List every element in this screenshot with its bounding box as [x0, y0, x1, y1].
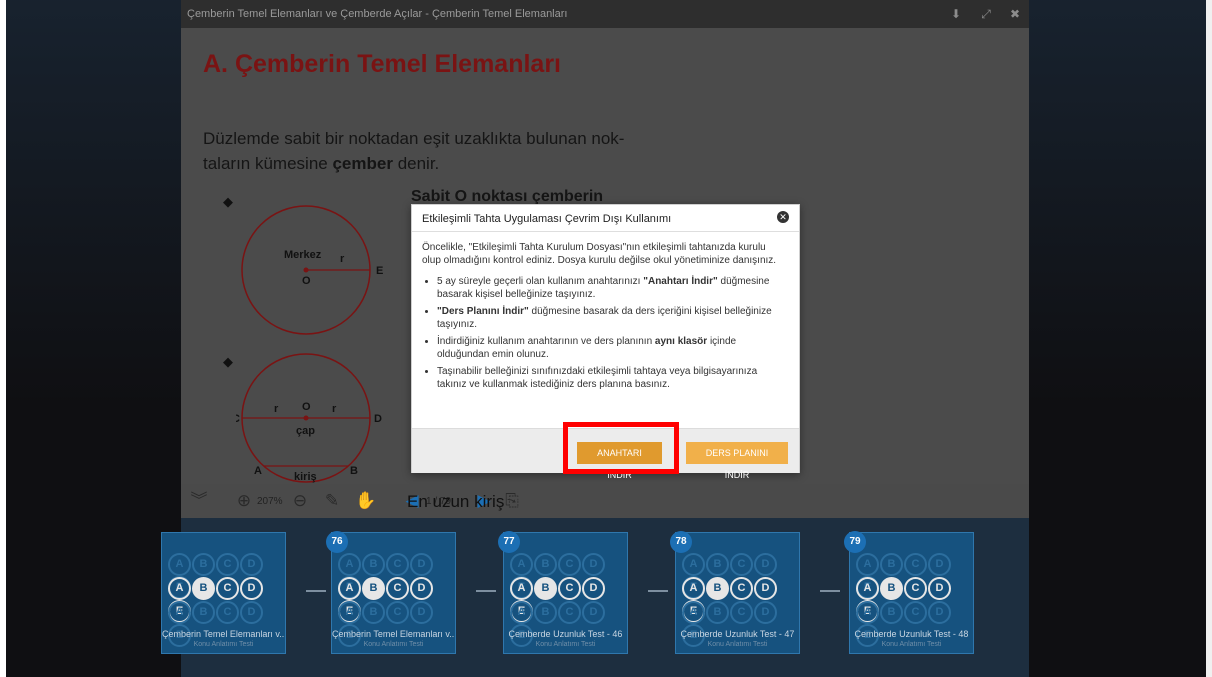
- paragraph-bold-term: çember: [332, 154, 393, 173]
- zoom-out-icon[interactable]: ⊖: [289, 490, 311, 512]
- paragraph-prefix: taların kümesine: [203, 154, 328, 173]
- label-cap: çap: [296, 425, 315, 437]
- zoom-in-icon[interactable]: ⊕: [233, 490, 255, 512]
- connector-arrow: [306, 590, 326, 592]
- instruction-item: 5 ay süreyle geçerli olan kullanım anaht…: [437, 275, 786, 301]
- viewer-titlebar: Çemberin Temel Elemanları ve Çemberde Aç…: [181, 0, 1029, 28]
- label-o2: O: [302, 401, 311, 413]
- paragraph-line-1: Düzlemde sabit bir noktadan eşit uzaklık…: [203, 129, 625, 148]
- label-kiris: kiriş: [294, 471, 317, 483]
- instruction-item: Taşınabilir belleğinizi sınıfınızdaki et…: [437, 365, 786, 391]
- viewer-toolbar: ︾ ⊕ 207% ⊖ ✎ ✋ ◀ 1 / 79 ▶ ⎘: [181, 484, 1029, 518]
- label-a: A: [254, 465, 262, 477]
- bullet-diamond-icon: ◆: [223, 194, 233, 209]
- page-scrollbar[interactable]: [1206, 0, 1212, 677]
- bubble-grid: A B C DE A B C DE A B C DE: [168, 553, 285, 647]
- circle-figure-center: Merkez O r E: [241, 205, 383, 335]
- connector-arrow: [820, 590, 840, 592]
- thumbnail-subtitle: Konu Anlatımı Testi: [707, 641, 768, 648]
- dialog-header: Etkileşimli Tahta Uygulaması Çevrim Dışı…: [412, 205, 799, 232]
- label-e: E: [376, 265, 383, 277]
- label-c: C: [236, 413, 240, 425]
- pen-icon[interactable]: ✎: [321, 490, 343, 512]
- dialog-body: Öncelikle, "Etkileşimli Tahta Kurulum Do…: [422, 241, 786, 395]
- download-lesson-plan-button[interactable]: DERS PLANINI İNDİR: [686, 442, 788, 480]
- bubble-grid: A B C DE A B C DE A B C DE: [682, 553, 799, 647]
- thumbnail-number-badge: 78: [670, 531, 692, 553]
- thumbnail-title: Çemberde Uzunluk Test - 46: [508, 629, 623, 639]
- thumbnail-number-badge: 79: [844, 531, 866, 553]
- label-o: O: [302, 275, 311, 287]
- zoom-level: 207%: [257, 496, 283, 507]
- connector-arrow: [648, 590, 668, 592]
- highlight-box: [563, 422, 679, 474]
- thumbnail-strip: A B C DE A B C DE A B C DE Çemberin Temel Elemanl…: [161, 518, 1029, 677]
- definition-paragraph: Düzlemde sabit bir noktadan eşit uzaklık…: [203, 126, 673, 176]
- page-heading: A. Çemberin Temel Elemanları: [203, 50, 561, 78]
- close-icon[interactable]: ✖: [1007, 6, 1023, 22]
- dialog-close-icon[interactable]: ✕: [777, 211, 789, 223]
- instruction-item: "Ders Planını İndir" düğmesine basarak d…: [437, 305, 786, 331]
- thumbnail-card[interactable]: 76 A B C DE A B C DE A B C DE Çemberin Temel Elem…: [326, 531, 456, 654]
- thumbnail-title: Çemberde Uzunluk Test - 47: [680, 629, 795, 639]
- hand-icon[interactable]: ✋: [355, 490, 377, 512]
- download-icon[interactable]: ⬇: [948, 6, 964, 22]
- thumbnail-subtitle: Konu Anlatımı Testi: [193, 641, 254, 648]
- thumbnail-card[interactable]: 77 A B C DE A B C DE A B C DE Çemberde Uzunluk Te…: [498, 531, 628, 654]
- bubble-grid: A B C DE A B C DE A B C DE: [338, 553, 455, 647]
- dialog-title: Etkileşimli Tahta Uygulaması Çevrim Dışı…: [422, 213, 672, 225]
- label-r1: r: [274, 403, 279, 415]
- label-b: B: [350, 465, 358, 477]
- thumbnail-subtitle: Konu Anlatımı Testi: [881, 641, 942, 648]
- thumbnail-number-badge: 76: [326, 531, 348, 553]
- thumbnail-subtitle: Konu Anlatımı Testi: [535, 641, 596, 648]
- label-r: r: [340, 253, 345, 265]
- collapse-chevron-icon[interactable]: ︾: [189, 490, 209, 512]
- label-d: D: [374, 413, 382, 425]
- thumbnail-number-badge: 77: [498, 531, 520, 553]
- paragraph-line-2: taların kümesine çember denir.: [203, 151, 673, 176]
- thumbnail-card[interactable]: 78 A B C DE A B C DE A B C DE Çemberde Uzunluk Te…: [670, 531, 800, 654]
- thumbnail-card[interactable]: 79 A B C DE A B C DE A B C DE Çemberde Uzunluk Te…: [844, 531, 974, 654]
- circle-figure-diameter: C D O r r çap A B kiriş: [236, 353, 382, 483]
- instruction-list: 5 ay süreyle geçerli olan kullanım anaht…: [422, 275, 786, 391]
- lower-text: En uzun kiriş: [407, 492, 505, 511]
- bullet-diamond-icon: ◆: [223, 354, 233, 369]
- instruction-item: İndirdiğiniz kullanım anahtarının ve der…: [437, 335, 786, 361]
- thumbnail-title: Çemberin Temel Elemanları v...: [332, 629, 455, 639]
- viewer-title: Çemberin Temel Elemanları ve Çemberde Aç…: [187, 8, 568, 20]
- fullscreen-icon[interactable]: ⤢: [978, 6, 994, 22]
- label-r2: r: [332, 403, 337, 415]
- label-merkez: Merkez: [284, 249, 322, 261]
- bubble-grid: A B C DE A B C DE A B C DE: [856, 553, 973, 647]
- thumbnail-title: Çemberde Uzunluk Test - 48: [854, 629, 969, 639]
- thumbnail-title: Çemberin Temel Elemanları v...: [162, 629, 285, 639]
- thumbnail-card[interactable]: A B C DE A B C DE A B C DE Çemberin Temel Elemanl…: [161, 532, 286, 654]
- connector-arrow: [476, 590, 496, 592]
- thumbnail-subtitle: Konu Anlatımı Testi: [363, 641, 424, 648]
- dialog-intro: Öncelikle, "Etkileşimli Tahta Kurulum Do…: [422, 242, 777, 266]
- bubble-grid: A B C DE A B C DE A B C DE: [510, 553, 627, 647]
- paragraph-suffix: denir.: [397, 154, 440, 173]
